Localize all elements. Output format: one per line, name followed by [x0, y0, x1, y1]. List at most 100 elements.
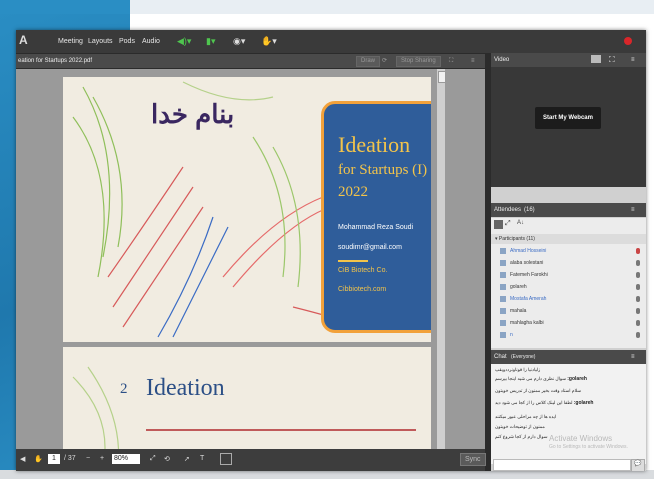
arrow-tool-icon[interactable]: ➚	[184, 455, 190, 463]
participants-group-label: Participants (11)	[498, 236, 535, 242]
refresh-icon[interactable]: ⟳	[382, 54, 387, 68]
attendees-count: (16)	[524, 207, 535, 213]
share-pod-header: eation for Startups 2022.pdf Draw ⟳ Stop…	[16, 54, 485, 68]
webcam-icon[interactable]: ◉▾	[233, 36, 245, 47]
menu-meeting[interactable]: Meeting	[58, 38, 83, 45]
document-viewer[interactable]: بنام خدا Ideation for Startups (I) 2022 …	[16, 69, 485, 449]
fit-width-icon[interactable]: ⤢	[150, 455, 156, 463]
user-icon	[500, 295, 506, 302]
title-underline	[146, 429, 416, 431]
chat-title: Chat	[494, 354, 507, 360]
microphone-icon[interactable]: ▮▾	[206, 36, 215, 47]
app-logo-icon: A	[19, 33, 28, 47]
background-bottom-strip	[0, 470, 654, 479]
activate-windows-subtext: Go to Settings to activate Windows.	[549, 444, 628, 450]
fullscreen-icon[interactable]: ⛶	[449, 54, 453, 68]
author-name: Mohammad Reza Soudi	[338, 224, 414, 231]
menu-layouts[interactable]: Layouts	[88, 38, 113, 45]
microphone-icon	[636, 308, 640, 314]
video-area: Start My Webcam	[491, 67, 646, 187]
persian-title: بنام خدا	[151, 99, 235, 129]
zoom-in-icon[interactable]: +	[100, 455, 104, 462]
microphone-icon	[636, 260, 640, 266]
document-toolbar: ◀ ✋ 1 / 37 − + 80% ⤢ ⟲ ➚ T Sync	[16, 449, 486, 471]
attendee-name: Fatemeh Farokhi	[510, 272, 548, 278]
slide-title: Ideation	[338, 132, 411, 157]
attendee-row[interactable]: mahlagha kalbi	[494, 318, 642, 328]
text-tool-icon[interactable]: T	[200, 455, 204, 462]
vertical-scrollbar[interactable]	[437, 69, 446, 449]
sync-button[interactable]: Sync	[460, 453, 486, 466]
page-number-input[interactable]: 1	[48, 454, 60, 464]
user-icon	[500, 319, 506, 326]
collapse-icon[interactable]: ▾	[495, 236, 498, 242]
draw-tools-icon[interactable]	[220, 453, 232, 465]
attendee-row[interactable]: Ahmad Hosseini	[494, 246, 642, 256]
start-webcam-button[interactable]: Start My Webcam	[535, 107, 601, 129]
chat-message: زلیادنیا را قوناونرددویقپ	[495, 367, 541, 372]
chat-message: ممنون از توضیحات خوبتون	[495, 424, 545, 429]
pointer-icon[interactable]: ✋	[34, 455, 43, 463]
stop-sharing-button[interactable]: Stop Sharing	[396, 56, 441, 67]
grid-view-icon[interactable]	[591, 55, 601, 63]
title-card: Ideation for Startups (I) 2022 Mohammad …	[321, 101, 431, 333]
sort-icon[interactable]: A↓	[517, 220, 524, 226]
chat-menu-icon[interactable]: ≡	[631, 350, 635, 364]
chat-message: سلام استاد وقت بخیر ممنون از تدریس خوبتو…	[495, 388, 582, 393]
list-view-icon[interactable]	[494, 220, 503, 229]
participants-group-header[interactable]: ▾ Participants (11)	[491, 234, 646, 244]
company-name: CiB Biotech Co.	[338, 267, 388, 274]
pod-menu-icon[interactable]: ≡	[471, 54, 475, 68]
microphone-icon	[636, 248, 640, 254]
video-pod-header: Video ⛶ ≡	[491, 53, 646, 67]
user-icon	[500, 283, 506, 290]
draw-button[interactable]: Draw	[356, 56, 381, 67]
attendee-name: Mostafa Amerah	[510, 296, 547, 302]
attendees-menu-icon[interactable]: ≡	[631, 203, 635, 217]
send-icon[interactable]: 💬	[631, 459, 645, 471]
attendee-name: mahlagha kalbi	[510, 320, 544, 326]
slide-number: 2	[120, 381, 128, 397]
raise-hand-icon[interactable]: ✋▾	[261, 36, 277, 47]
expand-icon[interactable]: ⤢	[505, 220, 511, 228]
slide-subtitle: for Startups (I)	[338, 162, 428, 178]
user-icon	[500, 247, 506, 254]
menu-pods[interactable]: Pods	[119, 38, 135, 45]
slide-2-title: Ideation	[146, 375, 225, 401]
attendee-row[interactable]: golareh	[494, 282, 642, 292]
user-icon	[500, 271, 506, 278]
attendee-row[interactable]: n	[494, 330, 642, 340]
speaker-icon[interactable]: ◀)▾	[177, 36, 191, 47]
chat-input[interactable]	[493, 459, 631, 471]
adobe-connect-window: A Meeting Layouts Pods Audio ◀)▾ ▮▾ ◉▾ ✋…	[16, 30, 646, 471]
author-email: soudimr@gmail.com	[338, 244, 402, 251]
chat-pod-header: Chat (Everyone) ≡	[491, 350, 646, 364]
attendee-row[interactable]: Mostafa Amerah	[494, 294, 642, 304]
user-icon	[500, 331, 506, 338]
attendee-row[interactable]: mahala	[494, 306, 642, 316]
feather-decoration-2	[72, 366, 120, 449]
microphone-icon	[636, 272, 640, 278]
chat-messages[interactable]: زلیادنیا را قوناونرددویقپ golareh: سوال …	[491, 364, 646, 471]
attendee-row[interactable]: Fatemeh Farokhi	[494, 270, 642, 280]
video-menu-icon[interactable]: ≡	[631, 53, 635, 67]
attendees-pod-header: Attendees (16) ≡	[491, 203, 646, 217]
menu-bar: A Meeting Layouts Pods Audio ◀)▾ ▮▾ ◉▾ ✋…	[16, 30, 646, 53]
attendee-name: alaba solestani	[510, 260, 544, 266]
previous-page-icon[interactable]: ◀	[20, 455, 25, 463]
chat-message: ایده ها از چه مراحلی عبور میکنند	[495, 414, 557, 419]
page-total: / 37	[64, 455, 76, 462]
record-indicator-icon[interactable]	[624, 37, 632, 45]
attendee-row[interactable]: alaba solestani	[494, 258, 642, 268]
activate-windows-watermark: Activate Windows	[549, 434, 613, 443]
user-icon	[500, 307, 506, 314]
attendees-title: Attendees	[494, 207, 522, 213]
microphone-icon	[636, 284, 640, 290]
rotate-icon[interactable]: ⟲	[164, 455, 170, 463]
fullscreen-video-icon[interactable]: ⛶	[609, 53, 615, 67]
zoom-out-icon[interactable]: −	[86, 455, 90, 462]
scrollbar-thumb[interactable]	[438, 71, 446, 83]
attendee-name: Ahmad Hosseini	[510, 248, 547, 254]
zoom-select[interactable]: 80%	[112, 454, 140, 464]
menu-audio[interactable]: Audio	[142, 38, 160, 45]
